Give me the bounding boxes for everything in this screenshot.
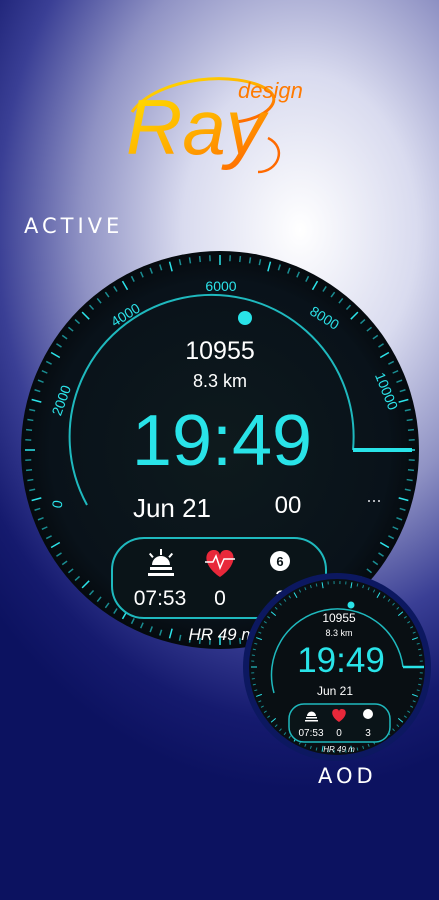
bezel-tick [252,648,256,651]
aod-date: Jun 21 [317,684,353,698]
bezel-tick [356,583,359,587]
bezel-tick [418,648,422,651]
promo-screen: Ray design ACTIVE 0 2000 4000 6000 8000 … [0,0,439,900]
aod-sunrise: 07:53 [298,728,323,739]
aod-steps: 10955 [322,611,356,625]
aod-progress-dot [347,601,355,609]
aod-badge-icon [363,709,373,719]
aod-label: AOD [318,764,377,788]
bezel-tick [315,747,318,751]
aod-third-value: 3 [365,728,371,739]
bezel-tick [252,683,256,686]
aod-time: 19:49 [297,641,385,680]
aod-distance: 8.3 km [325,628,352,638]
bezel-tick [418,683,422,686]
bezel-tick [356,747,359,751]
bezel-tick [315,583,318,587]
aod-heart-value: 0 [336,728,342,739]
aod-hr: HR 49 m [323,745,355,754]
